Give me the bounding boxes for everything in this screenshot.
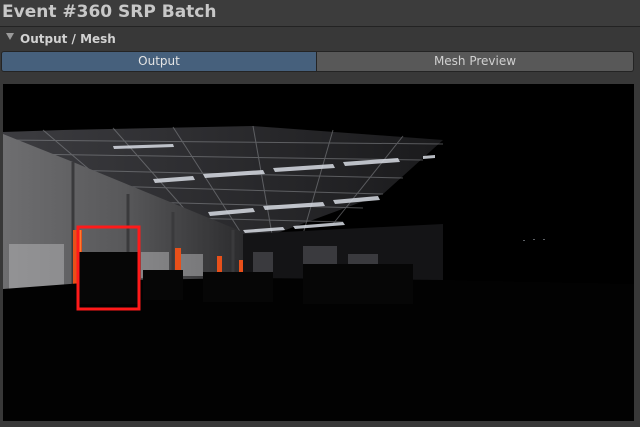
tab-output[interactable]: Output bbox=[1, 51, 317, 72]
warehouse-render-image bbox=[3, 125, 634, 421]
triangle-down-icon[interactable] bbox=[6, 33, 14, 40]
output-mesh-foldout[interactable]: Output / Mesh bbox=[0, 28, 640, 50]
frame-debugger-panel: Event #360 SRP Batch Output / Mesh Outpu… bbox=[0, 0, 640, 427]
title-bar: Event #360 SRP Batch bbox=[0, 0, 640, 27]
output-tabs: Output Mesh Preview bbox=[1, 51, 634, 72]
tab-mesh-preview[interactable]: Mesh Preview bbox=[317, 51, 634, 72]
render-output-viewport[interactable] bbox=[3, 84, 634, 421]
foldout-label: Output / Mesh bbox=[20, 32, 116, 46]
event-title: Event #360 SRP Batch bbox=[2, 2, 217, 22]
